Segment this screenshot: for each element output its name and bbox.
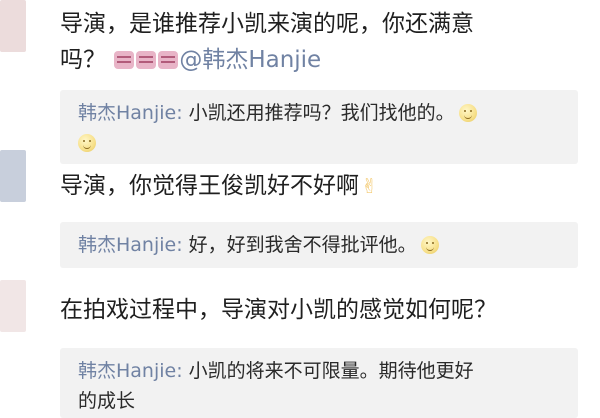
crying-face-icon (158, 51, 179, 69)
crying-face-icon (136, 51, 157, 69)
smile-face-icon (458, 104, 477, 122)
comment-item: 导演，是谁推荐小凯来演的呢，你还满意 吗？ @韩杰Hanjie (60, 6, 578, 78)
reply-box: 韩杰Hanjie: 小凯的将来不可限量。期待他更好 的成长 (60, 348, 578, 418)
avatar[interactable] (0, 0, 26, 52)
reply-username[interactable]: 韩杰Hanjie: (78, 234, 183, 256)
reply-text: 小凯还用推荐吗？我们找他的。 (188, 102, 455, 124)
reply-box: 韩杰Hanjie: 小凯还用推荐吗？我们找他的。 (60, 90, 578, 164)
crying-face-icon (114, 51, 135, 69)
reply-text: 好，好到我舍不得批评他。 (188, 234, 417, 256)
smile-face-icon (78, 134, 96, 152)
victory-hand-icon: ✌ (361, 174, 378, 198)
reply-text: 小凯的将来不可限量。期待他更好 (188, 360, 474, 382)
comment-text: 导演，是谁推荐小凯来演的呢，你还满意 (60, 11, 474, 37)
comment-text: 导演，你觉得王俊凯好不好啊 (60, 173, 359, 199)
reply-text-line2: 的成长 (78, 390, 136, 412)
smile-face-icon (420, 236, 439, 254)
user-mention[interactable]: @韩杰Hanjie (179, 47, 321, 73)
reply-item: 韩杰Hanjie: 小凯的将来不可限量。期待他更好 (78, 354, 566, 388)
comment-thread: 导演，是谁推荐小凯来演的呢，你还满意 吗？ @韩杰Hanjie 韩杰Hanjie… (0, 0, 600, 418)
reply-item: 韩杰Hanjie: 小凯还用推荐吗？我们找他的。 (78, 96, 566, 130)
reply-box: 韩杰Hanjie: 好，好到我舍不得批评他。 (60, 222, 578, 268)
reply-username[interactable]: 韩杰Hanjie: (78, 360, 183, 382)
reply-item: 韩杰Hanjie: 好，好到我舍不得批评他。 (78, 228, 566, 262)
avatar[interactable] (0, 150, 26, 202)
comment-text: 在拍戏过程中，导演对小凯的感觉如何呢？ (60, 297, 497, 323)
comment-item: 在拍戏过程中，导演对小凯的感觉如何呢？ (60, 292, 578, 328)
comment-item: 导演，你觉得王俊凯好不好啊 ✌ (60, 168, 578, 204)
comment-text-line2: 吗？ @韩杰Hanjie (60, 47, 322, 73)
reply-item-line2 (78, 130, 566, 156)
reply-username[interactable]: 韩杰Hanjie: (78, 102, 183, 124)
avatar[interactable] (0, 280, 26, 332)
